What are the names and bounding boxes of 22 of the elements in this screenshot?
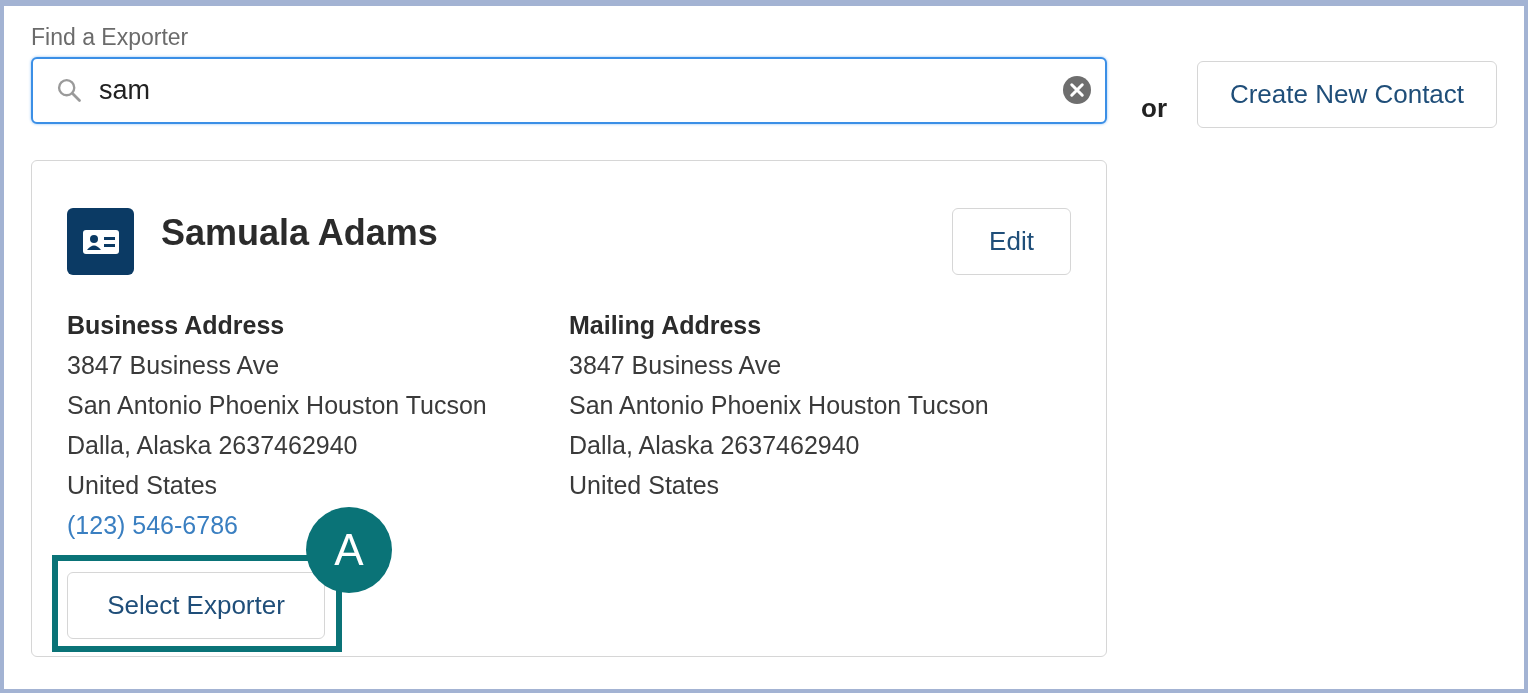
- address-line: Dalla, Alaska 2637462940: [569, 430, 861, 461]
- contact-card-icon: [67, 208, 134, 275]
- contact-name: Samuala Adams: [161, 212, 439, 254]
- address-line: United States: [67, 470, 219, 501]
- create-contact-button[interactable]: Create New Contact: [1197, 61, 1497, 128]
- clear-icon[interactable]: [1063, 76, 1091, 104]
- search-field[interactable]: sam: [31, 57, 1107, 124]
- select-exporter-button[interactable]: Select Exporter: [67, 572, 325, 639]
- search-label: Find a Exporter: [31, 24, 189, 51]
- address-title: Mailing Address: [569, 310, 763, 341]
- address-line: 3847 Business Ave: [569, 350, 783, 381]
- address-line: Dalla, Alaska 2637462940: [67, 430, 359, 461]
- or-text: or: [1141, 93, 1167, 124]
- address-line: San Antonio Phoenix Houston Tucson: [67, 390, 488, 421]
- callout-badge: A: [306, 507, 392, 593]
- address-line: 3847 Business Ave: [67, 350, 281, 381]
- phone-link[interactable]: (123) 546-6786: [67, 505, 238, 545]
- address-line: United States: [569, 470, 721, 501]
- edit-button[interactable]: Edit: [952, 208, 1071, 275]
- search-icon: [55, 76, 83, 104]
- address-title: Business Address: [67, 310, 286, 341]
- address-line: San Antonio Phoenix Houston Tucson: [569, 390, 990, 421]
